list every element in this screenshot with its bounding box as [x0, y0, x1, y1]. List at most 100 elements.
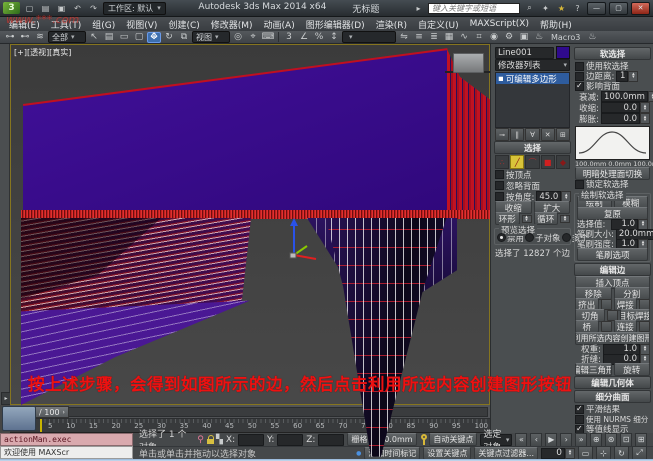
- rectangular-selection-region-icon[interactable]: ▭: [117, 32, 131, 43]
- preview-subobj-radio[interactable]: [525, 233, 534, 242]
- ignore-backfacing-checkbox[interactable]: [495, 181, 504, 190]
- loop-button[interactable]: 循环: [534, 212, 559, 225]
- layer-manager-icon[interactable]: ≣: [427, 32, 441, 43]
- menu-create[interactable]: 创建(C): [163, 17, 204, 32]
- menu-group[interactable]: 组(G): [87, 17, 120, 32]
- go-to-start-button[interactable]: «: [515, 433, 527, 447]
- edge-subobject-icon[interactable]: ╱: [510, 155, 524, 169]
- smooth-result-checkbox[interactable]: [575, 405, 584, 414]
- mirror-icon[interactable]: ⇋: [397, 32, 411, 43]
- edge-distance-checkbox[interactable]: [575, 72, 584, 81]
- search-go-icon[interactable]: ▸: [412, 2, 425, 14]
- select-and-move-icon[interactable]: ↔↕: [147, 32, 161, 43]
- curve-editor-icon[interactable]: ∿: [457, 32, 471, 43]
- bind-to-spacewarp-icon[interactable]: ≋: [33, 32, 47, 43]
- pin-stack-button[interactable]: ⊸: [495, 128, 509, 141]
- next-frame-button[interactable]: ›: [560, 433, 572, 447]
- key-mode-dropdown[interactable]: 选定对象: [480, 434, 512, 446]
- menu-graph-editors[interactable]: 图形编辑器(D): [301, 17, 370, 32]
- set-keys-icon[interactable]: [420, 434, 427, 445]
- auto-key-button[interactable]: 自动关键点: [429, 433, 477, 446]
- edit-tri-button[interactable]: 编辑三角形: [575, 363, 612, 376]
- zoom-extents-all-icon[interactable]: ⊞: [635, 433, 647, 447]
- stack-item-label[interactable]: 可编辑多边形: [506, 73, 557, 85]
- track-bar[interactable]: 51015 202530 354045 505560 657075 808590…: [10, 419, 490, 433]
- grey-box-object[interactable]: [453, 53, 484, 73]
- subdivision-surface-rollout-header[interactable]: 细分曲面: [574, 390, 651, 403]
- absolute-mode-icon[interactable]: ▚: [216, 435, 223, 445]
- zoom-all-icon[interactable]: ⊛: [605, 433, 617, 447]
- by-vertex-checkbox[interactable]: [495, 170, 504, 179]
- use-pivot-center-icon[interactable]: ◎: [231, 32, 245, 43]
- go-to-end-button[interactable]: »: [575, 433, 587, 447]
- selection-lock-icon[interactable]: [207, 435, 213, 444]
- make-unique-button[interactable]: ∀: [525, 128, 539, 141]
- rendered-frame-window-icon[interactable]: ▣: [517, 32, 531, 43]
- by-angle-checkbox[interactable]: [495, 192, 504, 201]
- redo-icon[interactable]: ↷: [87, 2, 100, 14]
- connect-settings-button[interactable]: [639, 321, 650, 332]
- isolate-selection-icon[interactable]: ⚲: [197, 435, 204, 445]
- configure-modifier-sets-button[interactable]: ⊞: [556, 128, 570, 141]
- modifier-list-dropdown[interactable]: 修改器列表: [495, 59, 570, 71]
- align-icon[interactable]: ≡: [412, 32, 426, 43]
- pinch-spinner[interactable]: 0.0: [601, 102, 650, 113]
- ring-spinner[interactable]: [522, 215, 532, 223]
- z-coordinate-field[interactable]: [318, 434, 344, 446]
- bridge-settings-button[interactable]: [601, 321, 612, 332]
- workspace-dropdown[interactable]: 工作区: 默认: [103, 2, 166, 15]
- render-production-icon[interactable]: ♨: [532, 32, 546, 43]
- soft-selection-rollout-header[interactable]: 软选择: [574, 47, 651, 60]
- orbit-icon[interactable]: ↻: [614, 446, 629, 460]
- maxscript-macro-recorder[interactable]: actionMan.exec: [0, 433, 133, 446]
- time-slider-track[interactable]: [12, 407, 488, 417]
- edit-geometry-rollout-header[interactable]: 编辑几何体: [574, 376, 651, 389]
- vertex-subobject-icon[interactable]: ∴: [495, 155, 509, 169]
- menu-customize[interactable]: 自定义(U): [413, 17, 464, 32]
- select-and-manipulate-icon[interactable]: ⌖: [246, 32, 260, 43]
- y-coordinate-field[interactable]: [277, 434, 303, 446]
- search-icon[interactable]: ⌕: [523, 2, 536, 14]
- time-slider[interactable]: ‹ 0 / 100 ›: [10, 405, 490, 419]
- edit-edges-rollout-header[interactable]: 编辑边: [574, 263, 651, 276]
- affect-backfacing-checkbox[interactable]: [575, 82, 584, 91]
- menu-modifiers[interactable]: 修改器(M): [206, 17, 258, 32]
- communication-center-icon[interactable]: ✦: [539, 2, 552, 14]
- object-color-swatch[interactable]: [556, 46, 570, 59]
- minimize-button[interactable]: —: [587, 2, 606, 15]
- viewport-label[interactable]: [+][透视][真实]: [14, 47, 71, 58]
- window-crossing-icon[interactable]: ▢: [132, 32, 146, 43]
- maxscript-mini-listener[interactable]: 欢迎使用 MAXScr: [0, 446, 133, 459]
- preview-multi-radio[interactable]: [562, 233, 571, 242]
- menu-help[interactable]: 帮助(H): [535, 17, 577, 32]
- set-key-button[interactable]: 设置关键点: [423, 447, 471, 460]
- menu-maxscript[interactable]: MAXScript(X): [465, 18, 534, 30]
- perspective-viewport[interactable]: [+][透视][真实]: [10, 44, 490, 405]
- frame-forward-icon[interactable]: ›: [63, 409, 65, 416]
- play-button[interactable]: ▶: [545, 433, 557, 447]
- help-icon[interactable]: ?: [571, 2, 584, 14]
- pan-icon[interactable]: ⊹: [596, 446, 611, 460]
- bubble-spinner[interactable]: 0.0: [601, 113, 650, 124]
- named-selection-sets-dropdown[interactable]: [342, 31, 396, 43]
- render-teapot-icon[interactable]: ♨: [585, 32, 599, 43]
- keyboard-override-icon[interactable]: ⌨: [261, 32, 275, 43]
- key-filters-button[interactable]: 关键点过滤器...: [474, 447, 538, 460]
- spinner-snap-icon[interactable]: ↕: [327, 32, 341, 43]
- selection-filter-dropdown[interactable]: 全部: [48, 31, 86, 43]
- zoom-region-icon[interactable]: ▭: [578, 446, 593, 460]
- angle-snap-icon[interactable]: ∠: [297, 32, 311, 43]
- favorites-icon[interactable]: ★: [555, 2, 568, 14]
- polygon-subobject-icon[interactable]: ■: [541, 155, 555, 169]
- border-subobject-icon[interactable]: ⌒: [525, 155, 539, 169]
- lock-soft-selection-checkbox[interactable]: [575, 180, 584, 189]
- maximize-viewport-icon[interactable]: ⤢: [632, 446, 647, 460]
- show-end-result-button[interactable]: ‖: [510, 128, 524, 141]
- loop-spinner[interactable]: [560, 215, 570, 223]
- material-editor-icon[interactable]: ◉: [487, 32, 501, 43]
- menu-rendering[interactable]: 渲染(R): [371, 17, 412, 32]
- select-and-rotate-icon[interactable]: ↻: [162, 32, 176, 43]
- unlink-selection-icon[interactable]: ⊷: [18, 32, 32, 43]
- modifier-stack[interactable]: ▪ 可编辑多边形: [495, 72, 570, 128]
- brush-options-button[interactable]: 笔刷选项: [577, 248, 648, 261]
